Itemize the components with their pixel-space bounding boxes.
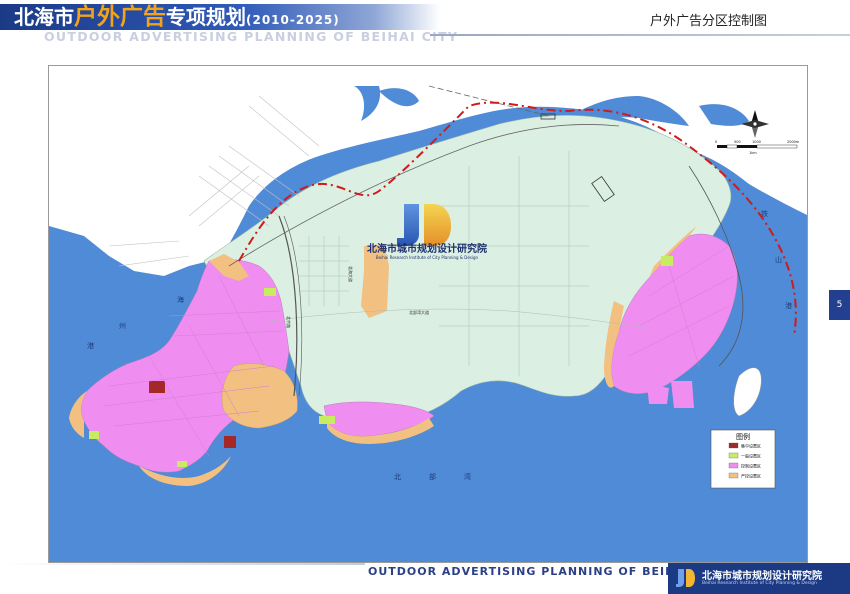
page-title: 北海市户外广告专项规划(2010-2025) [14,4,340,30]
legend-label-general: 一般设置区 [741,453,761,459]
title-years: (2010-2025) [246,13,340,27]
legend-title: 图例 [736,432,750,441]
general-zone-2 [319,416,335,424]
legend-swatch-central [728,442,739,449]
general-zone-5 [177,461,187,467]
title-city: 北海市 [14,5,74,29]
subtitle-english: OUTDOOR ADVERTISING PLANNING OF BEIHAI C… [44,29,459,44]
map-canvas: 北海市城市规划设计研究院 Beihai Research Institute o… [49,66,807,562]
legend-label-central: 集中设置区 [741,443,761,449]
zoning-map: 北海市城市规划设计研究院 Beihai Research Institute o… [48,65,808,563]
legend-swatch-general [728,452,739,459]
water-label-7: 铁 [761,209,768,218]
water-label-1: 海 [177,295,184,304]
legend-label-control: 控制设置区 [741,463,761,469]
water-label-5: 部 [429,472,436,481]
road-label-1: 北京路 [286,316,292,328]
water-label-3: 港 [87,341,94,350]
scale-label-2000: 2000m [787,140,800,144]
general-zone-4 [89,431,99,439]
pier-2 [671,381,694,408]
footer-org-name: 北海市城市规划设计研究院 [702,571,822,582]
legend-swatch-restrict [728,472,739,479]
watermark-cn: 北海市城市规划设计研究院 [367,242,487,255]
water-label-4: 北 [394,473,401,481]
watermark-logo [397,204,451,246]
scale-unit: 1km [749,151,757,155]
title-highlight: 户外广告 [74,4,166,30]
road-label-2: 北部湾大道 [409,309,429,315]
central-zone-2 [224,436,236,448]
general-zone-3 [661,256,673,266]
scale-bar [717,144,798,149]
page-footer: OUTDOOR ADVERTISING PLANNING OF BEIHAI C… [0,563,850,594]
section-title: 户外广告分区控制图 [650,14,768,29]
footer-org-name-en: Beihai Research Institute of City Planni… [702,581,817,586]
institute-logo-icon [676,569,695,587]
header-rule [430,34,850,36]
legend-label-restrict: 严控设置区 [741,473,761,479]
title-suffix: 专项规划 [166,5,246,29]
water-label-9: 港 [785,301,792,310]
scale-label-1000: 1000 [752,140,761,144]
watermark-en: Beihai Research Institute of City Planni… [376,255,479,260]
restrict-zone-center [221,363,298,429]
scale-label-500: 500 [734,140,741,144]
road-label-3: 北海大道 [348,266,354,282]
page-number-tab: 5 [829,290,850,320]
water-label-2: 州 [119,322,126,330]
central-zone-1 [149,381,165,393]
scale-label-0: 0 [715,140,717,144]
legend-swatch-control [728,462,739,469]
general-zone-1 [264,288,276,296]
footer-rule [0,563,365,565]
water-label-6: 湾 [464,472,471,481]
page-header: 北海市户外广告专项规划(2010-2025) OUTDOOR ADVERTISI… [0,0,850,46]
water-label-8: 山 [775,255,782,264]
